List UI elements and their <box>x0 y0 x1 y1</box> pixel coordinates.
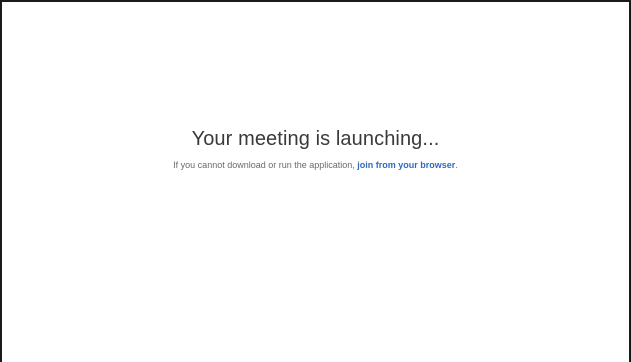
instructions-text: If you cannot download or run the applic… <box>173 160 358 170</box>
fallback-instructions: If you cannot download or run the applic… <box>2 159 629 171</box>
launch-message: Your meeting is launching... If you cann… <box>2 126 629 171</box>
join-from-browser-link[interactable]: join from your browser <box>357 160 455 170</box>
page-frame: Your meeting is launching... If you cann… <box>0 0 631 362</box>
instructions-period: . <box>455 160 458 170</box>
launching-headline: Your meeting is launching... <box>191 128 440 150</box>
